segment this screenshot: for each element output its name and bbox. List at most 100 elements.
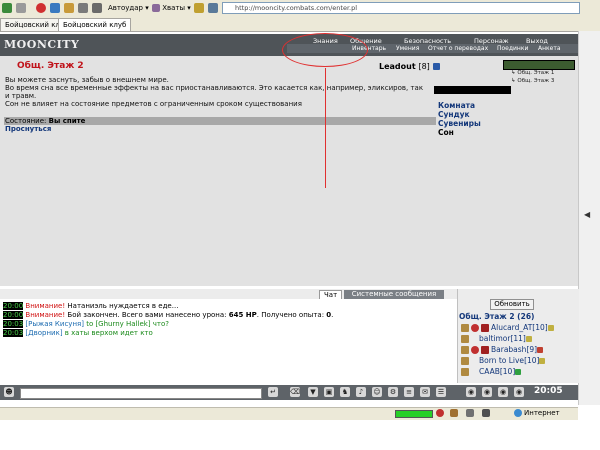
- menu-security[interactable]: Безопасность: [404, 37, 451, 45]
- filter-icon[interactable]: ▼: [308, 387, 318, 397]
- history-icon: [78, 3, 88, 13]
- chat-input[interactable]: [20, 388, 262, 399]
- nav-room[interactable]: Комната: [438, 101, 475, 110]
- refresh-icon: [50, 3, 60, 13]
- game-clock: 20:05: [534, 386, 563, 396]
- nav-souvenirs[interactable]: Сувениры: [438, 119, 481, 128]
- info-icon[interactable]: [515, 369, 522, 375]
- redacted-block: [434, 86, 511, 94]
- clan-icon: [471, 346, 479, 354]
- leader-level: [8]: [418, 62, 430, 71]
- refresh-users-button[interactable]: Обновить: [490, 299, 534, 310]
- info-line-1: Вы можете заснуть, забыв о внешнем мире.: [5, 76, 169, 84]
- room-title: Общ. Этаж 2: [17, 61, 84, 71]
- menu-skills[interactable]: Умения: [396, 45, 419, 52]
- nav-chest[interactable]: Сундук: [438, 110, 470, 119]
- info-icon[interactable]: [537, 347, 544, 353]
- autoudar-button[interactable]: Автоудар ▾: [108, 2, 149, 14]
- address-bar[interactable]: http://mooncity.combats.com/enter.pl: [222, 2, 580, 14]
- user-row[interactable]: Barabash[9]: [461, 345, 545, 354]
- private-icon[interactable]: [461, 324, 469, 332]
- forward-arrow-icon: [16, 3, 26, 13]
- clear-icon[interactable]: ⌫: [290, 387, 300, 397]
- event-icon[interactable]: ◉: [482, 387, 492, 397]
- info-icon[interactable]: [525, 336, 532, 342]
- private-icon[interactable]: ✉: [420, 387, 430, 397]
- annotation-ellipse: [282, 33, 368, 67]
- loading-progress-bar: [395, 410, 433, 418]
- scroll-icon[interactable]: ▣: [324, 387, 334, 397]
- fighter-icon[interactable]: ♞: [340, 387, 350, 397]
- event-icon[interactable]: ◉: [498, 387, 508, 397]
- menu-character[interactable]: Персонаж: [474, 37, 509, 45]
- stop-sign-icon: [436, 409, 444, 417]
- settings-icon[interactable]: ⚙: [388, 387, 398, 397]
- user-row[interactable]: Born to Live[10]: [461, 356, 547, 365]
- clan-icon: [471, 324, 479, 332]
- chat-line: 20:00 Внимание! Натаниэль нуждается в ед…: [3, 302, 179, 310]
- emotes-icon[interactable]: ☺: [372, 387, 382, 397]
- forward-button[interactable]: [16, 2, 26, 14]
- floor-link-1[interactable]: ↳ Общ. Этаж 1: [511, 70, 554, 76]
- chat-line: 20:00 Внимание! Бой закончен. Всего вами…: [3, 311, 334, 319]
- private-icon[interactable]: [461, 335, 469, 343]
- private-icon[interactable]: [461, 357, 469, 365]
- refresh-button[interactable]: [50, 2, 60, 14]
- browser-toolbar: Автоудар ▾ Хваты ▾ http://mooncity.comba…: [0, 0, 600, 18]
- tab-club-2[interactable]: Бойцовский клуб: [58, 18, 132, 31]
- mooncity-logo: MOONCITY: [4, 38, 80, 51]
- wake-up-link[interactable]: Проснуться: [5, 125, 51, 133]
- private-icon[interactable]: [461, 368, 469, 376]
- menu-profile[interactable]: Анкета: [538, 45, 561, 52]
- user-row[interactable]: CAAB[10]: [461, 367, 523, 376]
- security-icon: [450, 409, 458, 417]
- sound-icon[interactable]: ♪: [356, 387, 366, 397]
- nav-sleep[interactable]: Сон: [438, 128, 454, 137]
- browser-tab-bar: Бойцовский клуб Бойцовский клуб: [0, 17, 600, 32]
- event-icon[interactable]: ◉: [466, 387, 476, 397]
- home-button[interactable]: [64, 2, 74, 14]
- back-button[interactable]: [2, 2, 12, 14]
- info-line-3: и травм.: [5, 92, 37, 100]
- user-row[interactable]: Alucard_AT[10]: [461, 323, 556, 332]
- menu-transfer-report[interactable]: Отчет о переводах: [428, 45, 488, 52]
- menu-battles[interactable]: Поединки: [497, 45, 528, 52]
- info-icon[interactable]: [547, 325, 554, 331]
- globe-icon: [514, 409, 522, 417]
- chat-line: 20:03 [Дворник] в хаты верхом идет кто: [3, 329, 153, 337]
- chat-line: 20:03 [Рыжая Кисуня] to [Ghurny Hallek] …: [3, 320, 170, 328]
- event-icon[interactable]: ◉: [514, 387, 524, 397]
- browser-status-bar: [0, 407, 578, 420]
- info-icon[interactable]: [432, 63, 440, 70]
- popup-icon: [482, 409, 490, 417]
- plugin-button[interactable]: [194, 2, 204, 14]
- collapse-arrow-icon[interactable]: ◀: [584, 210, 590, 219]
- chat-mode-icon[interactable]: ☰: [436, 387, 446, 397]
- history-button[interactable]: [78, 2, 88, 14]
- translit-icon[interactable]: ≡: [404, 387, 414, 397]
- smiley-icon[interactable]: ☻: [4, 387, 14, 397]
- send-icon[interactable]: ↵: [268, 387, 278, 397]
- tools-button[interactable]: [92, 2, 102, 14]
- floor-map[interactable]: [503, 60, 575, 70]
- menu-exit[interactable]: Выход: [526, 37, 548, 45]
- filter-icon: [208, 3, 218, 13]
- leader-info[interactable]: Leadout [8]: [379, 62, 442, 71]
- align-icon: [481, 346, 489, 354]
- private-icon[interactable]: [461, 346, 469, 354]
- tools-icon: [92, 3, 102, 13]
- annotation-line: [325, 68, 326, 188]
- hvaty-icon: [152, 4, 160, 12]
- tab-system-messages[interactable]: Системные сообщения: [344, 290, 444, 299]
- hvaty-button[interactable]: Хваты ▾: [152, 2, 191, 14]
- info-icon[interactable]: [539, 358, 546, 364]
- state-label: Состояние:: [5, 117, 47, 125]
- stop-button[interactable]: [36, 2, 46, 14]
- filter-button[interactable]: [208, 2, 218, 14]
- info-line-4: Сон не влияет на состояние предметов с о…: [5, 100, 302, 108]
- user-row[interactable]: baltimor[11]: [461, 334, 534, 343]
- zone-status: Интернет: [514, 409, 560, 417]
- plugin-icon: [466, 409, 474, 417]
- floor-link-3[interactable]: ↳ Общ. Этаж 3: [511, 78, 554, 84]
- back-arrow-icon: [2, 3, 12, 13]
